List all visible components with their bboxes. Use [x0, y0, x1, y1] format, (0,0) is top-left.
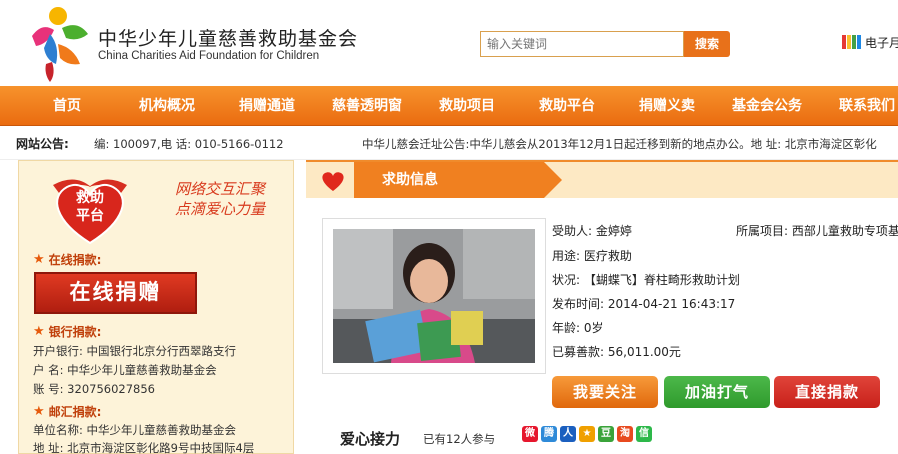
publish-time: 发布时间: 2014-04-21 16:43:17: [552, 297, 736, 311]
site-header: 中华少年儿童慈善救助基金会 China Charities Aid Founda…: [0, 0, 898, 86]
org-name-cn: 中华少年儿童慈善救助基金会: [98, 28, 359, 50]
main-nav: 首页 机构概况 捐赠通道 慈善透明窗 救助项目 救助平台 捐赠义卖 基金会公务 …: [0, 86, 898, 126]
love-relay-title: 爱心接力: [340, 430, 401, 448]
share-bar: 微 腾 人 ★ 豆 淘 信: [522, 426, 652, 442]
qzone-share-icon[interactable]: ★: [579, 426, 595, 442]
announcement-contact: 编: 100097,电 话: 010-5166-0112: [94, 137, 284, 151]
tencent-share-icon[interactable]: 腾: [541, 426, 557, 442]
taobao-share-icon[interactable]: 淘: [617, 426, 633, 442]
weibo-share-icon[interactable]: 微: [522, 426, 538, 442]
ebook-icon: [842, 35, 861, 49]
wechat-share-icon[interactable]: 信: [636, 426, 652, 442]
heart-icon: [322, 172, 344, 191]
foundation-logo[interactable]: [22, 4, 94, 82]
slogan-line2: 点滴爱心力量: [175, 200, 266, 218]
nav-contact[interactable]: 联系我们: [839, 86, 895, 126]
account-name: 户 名: 中华少年儿童慈善救助基金会: [33, 363, 217, 377]
platform-badge-text: 救助 平台: [67, 189, 113, 225]
platform-banner: 救助 平台 网络交互汇聚 点滴爱心力量: [19, 161, 293, 247]
announcement-marquee[interactable]: 中华儿慈会迁址公告:中华儿慈会从2013年12月1日起迁移到新的地点办公。地 址…: [362, 136, 877, 152]
search-input[interactable]: [480, 31, 684, 57]
participant-count: 已有12人参与: [423, 432, 496, 446]
recipient-age: 年龄: 0岁: [552, 321, 604, 335]
recipient-photo[interactable]: [333, 229, 535, 363]
renren-share-icon[interactable]: 人: [560, 426, 576, 442]
aid-purpose: 用途: 医疗救助: [552, 249, 632, 263]
nav-home[interactable]: 首页: [53, 86, 81, 126]
nav-about[interactable]: 机构概况: [139, 86, 195, 126]
recipient-photo-frame: [322, 218, 546, 374]
post-address: 地 址: 北京市海淀区彰化路9号中技国际4层: [33, 441, 255, 454]
nav-donation-channel[interactable]: 捐赠通道: [239, 86, 295, 126]
funds-raised: 已募善款: 56,011.00元: [552, 345, 681, 359]
platform-slogan: 网络交互汇聚 点滴爱心力量: [175, 179, 265, 219]
online-donation-label: ★ 在线捐款:: [33, 251, 101, 268]
donation-sidebar: 救助 平台 网络交互汇聚 点滴爱心力量 ★ 在线捐款: 在线捐赠 ★ 银行捐款:…: [18, 160, 294, 454]
platform-badge-line2: 平台: [76, 208, 104, 224]
follow-button[interactable]: 我要关注: [552, 376, 658, 408]
help-info-panel: 求助信息 受助人: 金婷婷 所属项目: 西部儿童救助专项基 用途: 医疗救助 状…: [306, 160, 898, 454]
announcement-bar: 网站公告: 编: 100097,电 话: 010-5166-0112 中华儿慈会…: [0, 126, 898, 160]
project-name[interactable]: 所属项目: 西部儿童救助专项基: [736, 222, 898, 239]
online-donation-label-text: 在线捐款:: [48, 253, 102, 267]
slogan-line1: 网络交互汇聚: [175, 180, 266, 198]
online-donate-button[interactable]: 在线捐赠: [34, 272, 197, 314]
announcement-title: 网站公告:: [16, 137, 69, 151]
cheer-button[interactable]: 加油打气: [664, 376, 770, 408]
star-icon: ★: [33, 324, 45, 339]
platform-badge-line1: 救助: [76, 190, 104, 206]
star-icon: ★: [33, 404, 45, 419]
nav-affairs[interactable]: 基金会公务: [732, 86, 802, 126]
nav-charity-sale[interactable]: 捐赠义卖: [639, 86, 695, 126]
search-button[interactable]: 搜索: [684, 31, 730, 57]
bank-donation-label-text: 银行捐款:: [48, 325, 102, 339]
post-donation-label-text: 邮汇捐款:: [48, 405, 102, 419]
photo-illustration: [333, 229, 535, 363]
post-unit-name: 单位名称: 中华少年儿童慈善救助基金会: [33, 423, 237, 437]
ebook-link[interactable]: 电子月: [842, 34, 898, 50]
tab-help-info[interactable]: 求助信息: [354, 162, 562, 198]
nav-transparency[interactable]: 慈善透明窗: [332, 86, 402, 126]
recipient-name: 受助人: 金婷婷: [552, 224, 632, 238]
nav-platform[interactable]: 救助平台: [539, 86, 595, 126]
aid-status: 状况: 【蝴蝶飞】脊柱畸形救助计划: [552, 273, 740, 287]
bank-name: 开户银行: 中国银行北京分行西翠路支行: [33, 344, 237, 358]
account-number: 账 号: 320756027856: [33, 382, 155, 396]
nav-projects[interactable]: 救助项目: [439, 86, 495, 126]
bank-donation-label: ★ 银行捐款:: [33, 323, 101, 340]
douban-share-icon[interactable]: 豆: [598, 426, 614, 442]
ebook-label: 电子月: [865, 35, 898, 50]
post-donation-label: ★ 邮汇捐款:: [33, 403, 101, 420]
org-name-en: China Charities Aid Foundation for Child…: [98, 50, 320, 62]
section-header: 求助信息: [306, 160, 898, 198]
direct-donate-button[interactable]: 直接捐款: [774, 376, 880, 408]
star-icon: ★: [33, 252, 45, 267]
